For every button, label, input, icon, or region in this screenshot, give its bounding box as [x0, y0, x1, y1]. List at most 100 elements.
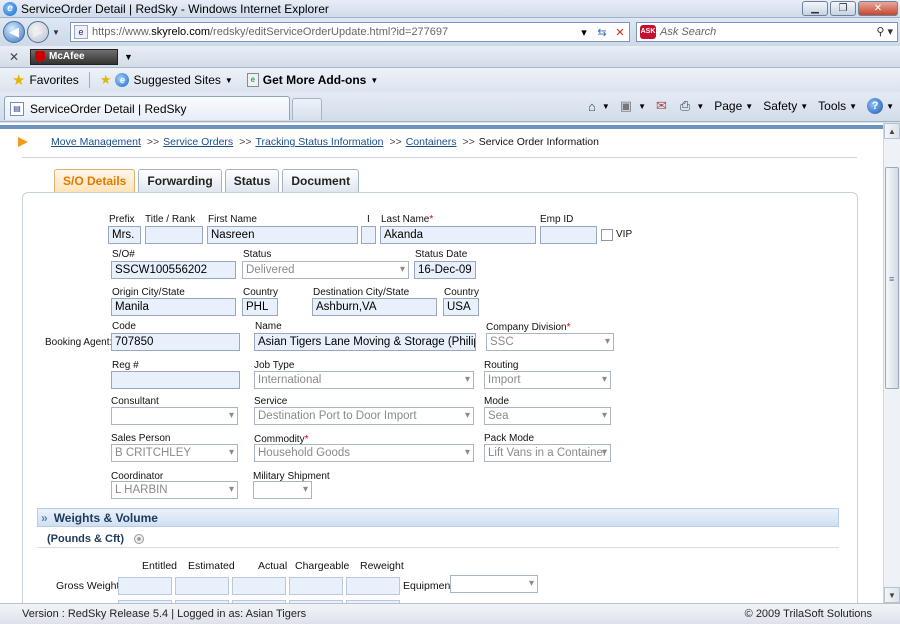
gross-weight-chargeable[interactable] — [289, 577, 343, 595]
dest-country-field[interactable]: USA — [443, 298, 479, 316]
gross-weight-actual[interactable] — [232, 577, 286, 595]
pack-mode-select[interactable]: Lift Vans in a Container — [484, 444, 611, 462]
emp-id-field[interactable] — [540, 226, 597, 244]
tab-title: ServiceOrder Detail | RedSky — [30, 101, 187, 116]
company-division-select[interactable]: SSC — [486, 333, 614, 351]
name-label: Name — [255, 321, 282, 332]
mcafee-toolbar: ✕ McAfee ▼ — [0, 46, 900, 68]
commodity-select[interactable]: Household Goods — [254, 444, 474, 462]
status-select[interactable]: Delivered — [242, 261, 409, 279]
mcafee-dropdown-icon[interactable]: ▼ — [124, 52, 133, 62]
service-select[interactable]: Destination Port to Door Import — [254, 407, 474, 425]
home-icon: ⌂ — [588, 98, 596, 114]
breadcrumb-containers[interactable]: Containers — [406, 136, 457, 148]
origin-city-field[interactable]: Manila — [111, 298, 236, 316]
breadcrumb-move-management[interactable]: Move Management — [51, 136, 141, 148]
safety-menu[interactable]: Safety ▼ — [763, 99, 808, 113]
search-icon[interactable]: ⚲ ▾ — [876, 25, 893, 38]
tab-forwarding[interactable]: Forwarding — [138, 169, 222, 192]
stop-icon[interactable]: ✕ — [611, 26, 629, 39]
initial-field[interactable] — [361, 226, 376, 244]
scroll-thumb[interactable]: ≡ — [885, 167, 899, 389]
minimize-button[interactable]: ▁ — [802, 1, 828, 16]
page-viewport: Move Management >> Service Orders >> Tra… — [0, 123, 883, 603]
status-date-field[interactable]: 16-Dec-09 — [414, 261, 476, 279]
equipment-select[interactable] — [450, 575, 538, 593]
help-button[interactable]: ? ▼ — [867, 98, 894, 114]
units-label: (Pounds & Cft) — [47, 532, 124, 545]
copyright: © 2009 TrilaSoft Solutions — [744, 608, 872, 620]
get-addons-label: Get More Add-ons — [262, 73, 367, 87]
weights-volume-header[interactable]: » Weights & Volume — [37, 508, 839, 527]
breadcrumb-separator: >> — [239, 136, 252, 148]
get-addons-button[interactable]: e Get More Add-ons ▼ — [246, 73, 378, 87]
breadcrumb-separator: >> — [389, 136, 402, 148]
refresh-icon[interactable]: ⇆ — [593, 26, 611, 39]
favorites-separator — [88, 72, 90, 88]
favorites-button[interactable]: ★ Favorites — [12, 71, 79, 89]
sales-person-select[interactable]: B CRITCHLEY — [111, 444, 238, 462]
military-shipment-select[interactable] — [253, 481, 312, 499]
first-name-field[interactable]: Nasreen — [207, 226, 358, 244]
dest-country-label: Country — [444, 287, 480, 298]
address-row: ◀ ▶ ▼ e https://www.skyrelo.com/redsky/e… — [0, 18, 900, 46]
mcafee-button[interactable]: McAfee — [30, 48, 118, 65]
restore-button[interactable]: ❐ — [830, 1, 856, 16]
add-favorite-icon[interactable]: ★ — [100, 72, 112, 88]
gross-weight-reweight[interactable] — [346, 577, 400, 595]
job-type-select[interactable]: International — [254, 371, 474, 389]
units-radio[interactable] — [133, 533, 144, 544]
breadcrumb-tracking-status[interactable]: Tracking Status Information — [255, 136, 383, 148]
sales-person-label: Sales Person — [111, 433, 171, 444]
code-field[interactable]: 707850 — [111, 333, 240, 351]
so-number-field[interactable]: SSCW100556202 — [111, 261, 236, 279]
ie-logo-icon: e — [3, 1, 17, 16]
tools-menu[interactable]: Tools ▼ — [818, 99, 857, 113]
prefix-field[interactable]: Mrs. — [108, 226, 141, 244]
addons-icon: e — [246, 73, 259, 87]
scroll-up-icon[interactable]: ▲ — [884, 123, 900, 139]
expand-chevron-icon: » — [41, 510, 48, 525]
recent-pages-dropdown[interactable]: ▼ — [52, 28, 60, 37]
close-toolbar-icon[interactable]: ✕ — [6, 50, 22, 64]
read-mail-button[interactable]: ✉ — [656, 98, 670, 114]
vip-checkbox[interactable] — [601, 229, 613, 241]
breadcrumb-service-orders[interactable]: Service Orders — [163, 136, 233, 148]
col-reweight: Reweight — [360, 560, 404, 572]
page-menu[interactable]: Page ▼ — [714, 99, 753, 113]
search-box[interactable]: ASK Ask Search ⚲ ▾ — [636, 22, 898, 42]
home-button[interactable]: ⌂ ▼ — [588, 99, 610, 114]
gross-weight-estimated[interactable] — [175, 577, 229, 595]
tab-document[interactable]: Document — [282, 169, 360, 192]
vertical-scrollbar[interactable]: ▲ ≡ ▼ — [883, 123, 900, 603]
coordinator-select[interactable]: L HARBIN — [111, 481, 238, 499]
close-window-button[interactable]: ✕ — [858, 1, 898, 16]
name-field[interactable]: Asian Tigers Lane Moving & Storage (Phil… — [254, 333, 476, 351]
routing-select[interactable]: Import — [484, 371, 611, 389]
dest-city-field[interactable]: Ashburn,VA — [312, 298, 437, 316]
tab-so-details[interactable]: S/O Details — [54, 169, 136, 192]
browser-tab[interactable]: ▤ ServiceOrder Detail | RedSky — [4, 96, 290, 120]
routing-label: Routing — [484, 360, 519, 371]
origin-country-field[interactable]: PHL — [242, 298, 278, 316]
printer-icon: ⎙ — [679, 98, 691, 113]
mode-select[interactable]: Sea — [484, 407, 611, 425]
gross-weight-entitled[interactable] — [118, 577, 172, 595]
reg-field[interactable] — [111, 371, 240, 389]
scroll-down-icon[interactable]: ▼ — [884, 587, 900, 603]
consultant-select[interactable] — [111, 407, 238, 425]
suggested-sites-button[interactable]: ★ e Suggested Sites ▼ — [100, 72, 233, 88]
page-menu-label: Page — [714, 99, 743, 113]
print-button[interactable]: ⎙ ▼ — [680, 98, 704, 114]
feeds-button[interactable]: ▣ ▼ — [620, 98, 646, 114]
last-name-field[interactable]: Akanda — [380, 226, 536, 244]
title-rank-field[interactable] — [145, 226, 203, 244]
address-bar[interactable]: e https://www.skyrelo.com/redsky/editSer… — [70, 22, 630, 42]
col-chargeable: Chargeable — [295, 560, 350, 572]
address-dropdown-icon[interactable]: ▾ — [575, 26, 593, 39]
forward-button[interactable]: ▶ — [27, 21, 49, 43]
tab-status[interactable]: Status — [224, 169, 280, 192]
new-tab-button[interactable] — [292, 98, 322, 120]
back-button[interactable]: ◀ — [3, 21, 25, 43]
search-placeholder: Ask Search — [660, 26, 717, 38]
